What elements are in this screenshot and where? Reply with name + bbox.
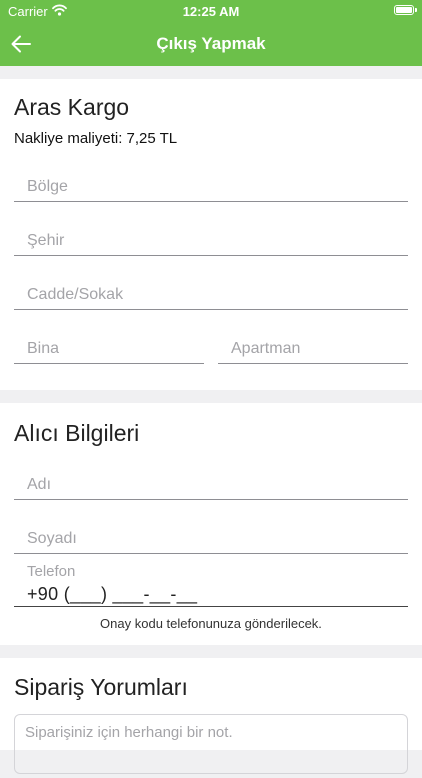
page-title: Çıkış Yapmak	[156, 34, 266, 53]
comments-section: Sipariş Yorumları	[0, 658, 422, 774]
status-time: 12:25 AM	[182, 4, 240, 19]
last-name-field	[14, 524, 408, 554]
apartment-field	[218, 334, 408, 364]
shipping-cost: Nakliye maliyeti: 7,25 TL	[14, 130, 178, 147]
battery-icon	[394, 5, 417, 15]
building-input[interactable]	[14, 334, 204, 363]
note-field	[14, 714, 408, 774]
city-field	[14, 226, 408, 256]
phone-hint: Onay kodu telefonunuza gönderilecek.	[100, 616, 322, 631]
note-input[interactable]	[15, 715, 407, 773]
recipient-section: Alıcı Bilgileri Telefon +90 (___) ___-__…	[0, 403, 422, 645]
apartment-input[interactable]	[218, 334, 408, 363]
street-input[interactable]	[14, 280, 408, 309]
status-bar: Carrier 12:25 AM	[0, 0, 422, 22]
street-field	[14, 280, 408, 310]
region-input[interactable]	[14, 172, 408, 201]
building-field	[14, 334, 204, 364]
phone-value: +90 (___) ___-__-__	[27, 584, 198, 604]
city-input[interactable]	[14, 226, 408, 255]
phone-label: Telefon	[27, 563, 76, 580]
shipping-title: Aras Kargo	[14, 94, 130, 120]
last-name-input[interactable]	[14, 524, 408, 553]
region-field	[14, 172, 408, 202]
shipping-section: Aras Kargo Nakliye maliyeti: 7,25 TL	[0, 79, 422, 390]
recipient-title: Alıcı Bilgileri	[14, 420, 140, 446]
comments-title: Sipariş Yorumları	[14, 674, 188, 700]
first-name-input[interactable]	[14, 470, 408, 499]
top-bar: Carrier 12:25 AM Çıkış Yapmak	[0, 0, 422, 66]
phone-input[interactable]: +90 (___) ___-__-__	[14, 584, 408, 607]
first-name-field	[14, 470, 408, 500]
